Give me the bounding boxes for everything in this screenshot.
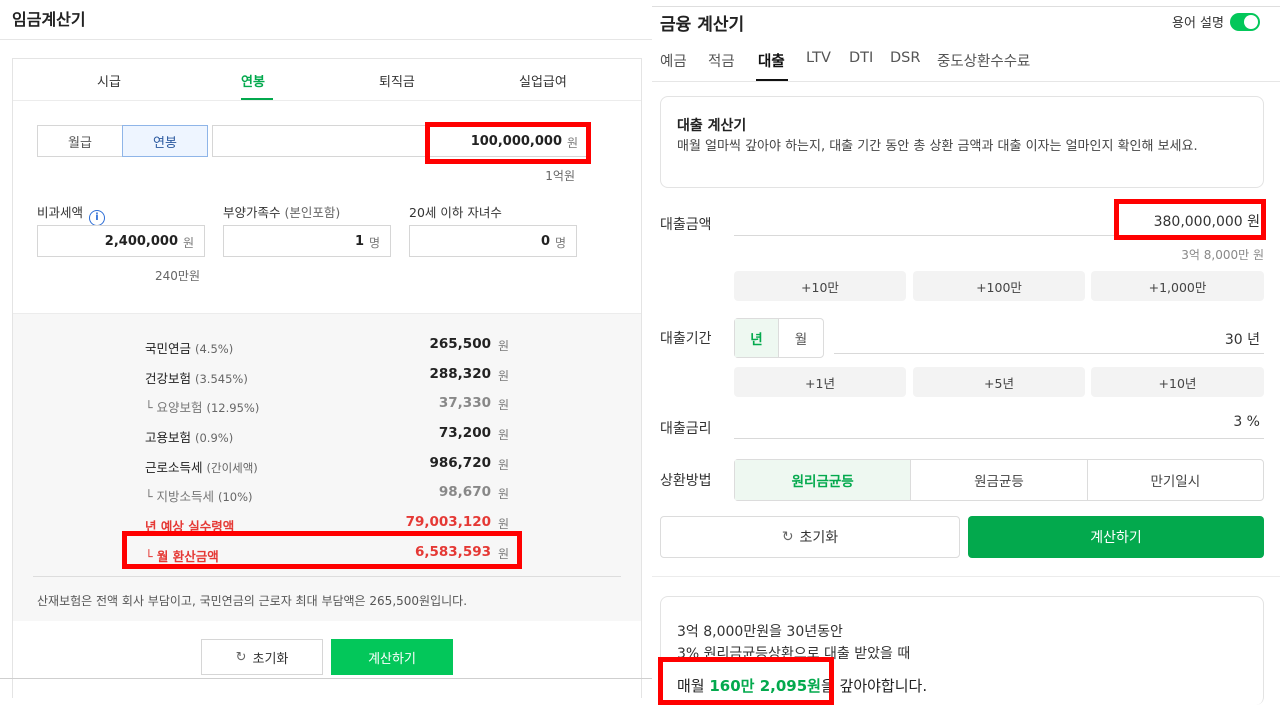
- pay-type-monthly[interactable]: 월급: [37, 125, 123, 157]
- dependents-unit: 명: [368, 236, 380, 250]
- divider: [33, 576, 621, 577]
- tab-annual-salary[interactable]: 연봉: [241, 71, 265, 90]
- add-10m-button[interactable]: +1,000만: [1091, 271, 1264, 301]
- method-equal-principal[interactable]: 원금균등: [911, 460, 1088, 500]
- pay-type-annual[interactable]: 연봉: [122, 125, 208, 157]
- highlight-box-loan-amount: [1114, 199, 1266, 240]
- children-input[interactable]: 0 명: [409, 225, 577, 257]
- info-icon[interactable]: i: [89, 210, 106, 226]
- active-tab-indicator: [756, 79, 788, 81]
- add-5-years-button[interactable]: +5년: [913, 367, 1085, 397]
- period-unit-month[interactable]: 월: [779, 319, 823, 357]
- result-row-longterm-care: └ 요양보험 (12.95%) 37,330 원: [145, 395, 509, 415]
- loan-period-input[interactable]: 30 년: [834, 324, 1264, 354]
- calculate-button[interactable]: 계산하기: [968, 516, 1264, 558]
- tab-dti[interactable]: DTI: [849, 50, 873, 66]
- repayment-method-label: 상환방법: [660, 473, 712, 489]
- add-1m-button[interactable]: +100만: [913, 271, 1085, 301]
- interest-rate-label: 대출금리: [660, 421, 712, 437]
- tab-hourly[interactable]: 시급: [97, 71, 121, 90]
- method-bullet[interactable]: 만기일시: [1088, 460, 1263, 500]
- divider: [0, 678, 652, 679]
- finance-tabs: 예금 적금 대출 LTV DTI DSR 중도상환수수료: [652, 48, 1280, 82]
- interest-rate-input[interactable]: 3 %: [734, 409, 1264, 439]
- divider: [0, 39, 652, 40]
- reset-label: 초기화: [252, 651, 289, 667]
- nontax-hint: 240만원: [155, 269, 200, 283]
- refresh-icon: ↻: [781, 529, 794, 545]
- divider: [652, 6, 1280, 7]
- active-tab-indicator: [241, 98, 273, 100]
- result-row-employment: 고용보험 (0.9%) 73,200 원: [145, 425, 509, 445]
- intro-title: 대출 계산기: [677, 118, 747, 134]
- refresh-icon: ↻: [235, 649, 247, 665]
- tab-loan[interactable]: 대출: [758, 50, 785, 71]
- divider: [652, 576, 1280, 577]
- tab-savings[interactable]: 적금: [708, 50, 735, 71]
- term-explanation-toggle[interactable]: 용어 설명: [1172, 12, 1260, 31]
- result-row-income-tax: 근로소득세 (간이세액) 986,720 원: [145, 455, 509, 475]
- loan-period-label: 대출기간: [660, 331, 712, 347]
- finance-calculator-panel: 금융 계산기 용어 설명 예금 적금 대출 LTV DTI DSR 중도상환수수…: [652, 0, 1280, 705]
- interest-rate-value: 3 %: [1233, 414, 1260, 430]
- period-unit-toggle: 년 월: [734, 318, 824, 358]
- children-label: 20세 이하 자녀수: [409, 205, 502, 220]
- highlight-box-monthly-payment: [658, 657, 834, 705]
- result-row-pension: 국민연금 (4.5%) 265,500 원: [145, 336, 509, 356]
- period-unit-year[interactable]: 년: [735, 319, 779, 357]
- children-unit: 명: [554, 236, 566, 250]
- highlight-box-salary: [425, 122, 591, 164]
- insurance-note: 산재보험은 전액 회사 부담이고, 국민연금의 근로자 최대 부담액은 265,…: [37, 594, 468, 608]
- finance-calculator-title: 금융 계산기: [660, 15, 745, 35]
- loan-amount-label: 대출금액: [660, 217, 712, 233]
- wage-calculator-panel: 임금계산기 시급 연봉 퇴직금 실업급여 월급 연봉 100,000,000 원…: [0, 0, 652, 705]
- loan-intro-card: 대출 계산기 매월 얼마씩 갚아야 하는지, 대출 기간 동안 총 상환 금액과…: [660, 96, 1264, 188]
- tab-deposit[interactable]: 예금: [660, 50, 687, 71]
- tab-prepayment-fee[interactable]: 중도상환수수료: [937, 50, 1030, 71]
- term-toggle-label: 용어 설명: [1172, 16, 1224, 31]
- reset-button[interactable]: ↻ 초기화: [201, 639, 323, 675]
- repayment-method-selector: 원리금균등 원금균등 만기일시: [734, 459, 1264, 501]
- deduction-results: 국민연금 (4.5%) 265,500 원 건강보험 (3.545%) 288,3…: [13, 313, 641, 621]
- result-line-1: 3억 8,000만원을 30년동안: [677, 624, 843, 640]
- wage-tabs: 시급 연봉 퇴직금 실업급여: [13, 59, 641, 101]
- tab-severance[interactable]: 퇴직금: [379, 71, 415, 90]
- method-equal-principal-interest[interactable]: 원리금균등: [735, 460, 912, 500]
- result-row-health: 건강보험 (3.545%) 288,320 원: [145, 366, 509, 386]
- highlight-box-monthly-net: [122, 531, 522, 569]
- nontax-value: 2,400,000: [104, 234, 178, 249]
- calculate-button[interactable]: 계산하기: [331, 639, 453, 675]
- nontax-input[interactable]: 2,400,000 원: [37, 225, 205, 257]
- loan-amount-hint: 3억 8,000만 원: [1181, 248, 1264, 262]
- children-value: 0: [540, 234, 550, 249]
- tab-ltv[interactable]: LTV: [806, 50, 831, 66]
- add-1-year-button[interactable]: +1년: [734, 367, 906, 397]
- dependents-input[interactable]: 1 명: [223, 225, 391, 257]
- salary-hint: 1억원: [545, 169, 575, 183]
- dependents-value: 1: [354, 234, 364, 249]
- add-10-years-button[interactable]: +10년: [1091, 367, 1264, 397]
- wage-calculator-title: 임금계산기: [12, 10, 86, 29]
- reset-label: 초기화: [799, 530, 839, 546]
- dependents-label: 부양가족수 (본인포함): [223, 205, 341, 220]
- intro-text: 매월 얼마씩 갚아야 하는지, 대출 기간 동안 총 상환 금액과 대출 이자는…: [677, 139, 1198, 154]
- add-100k-button[interactable]: +10만: [734, 271, 906, 301]
- toggle-switch-icon[interactable]: [1229, 12, 1260, 31]
- reset-button[interactable]: ↻ 초기화: [660, 516, 960, 558]
- nontax-unit: 원: [182, 236, 194, 250]
- loan-period-value: 30 년: [1224, 332, 1260, 348]
- result-row-local-tax: └ 지방소득세 (10%) 98,670 원: [145, 484, 509, 504]
- tab-dsr[interactable]: DSR: [890, 50, 920, 66]
- nontax-label: 비과세액 i: [37, 202, 106, 226]
- tab-unemployment[interactable]: 실업급여: [519, 71, 567, 90]
